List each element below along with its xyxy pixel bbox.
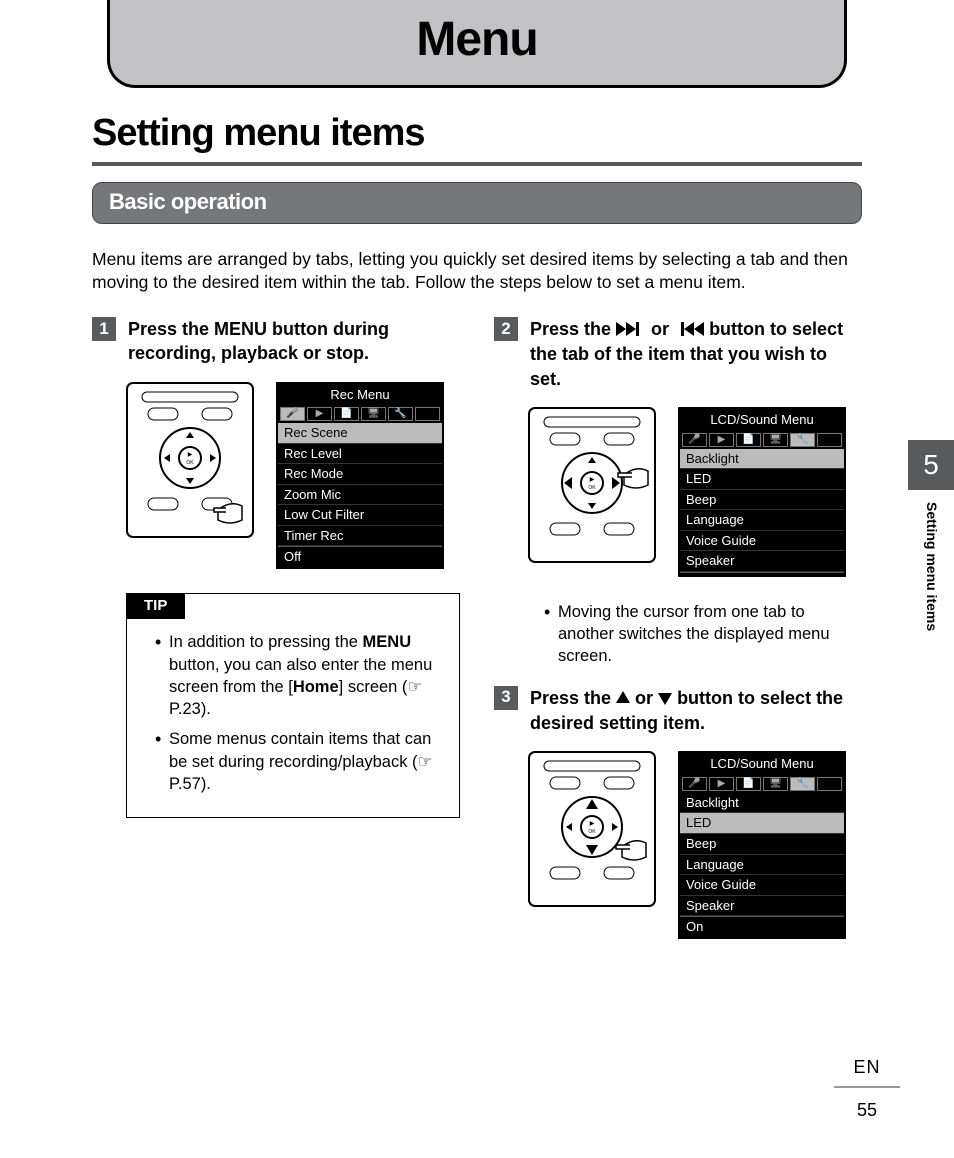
svg-text:OK: OK — [588, 829, 596, 835]
down-arrow-icon — [658, 687, 672, 711]
language-code: EN — [834, 1055, 900, 1079]
side-chapter-number: 5 — [908, 440, 954, 490]
chapter-tab: Menu — [107, 0, 847, 88]
side-chapter-label: Setting menu items — [908, 490, 941, 631]
step-number: 3 — [494, 686, 518, 710]
reference-icon: ☞ — [407, 677, 422, 696]
svg-text:OK: OK — [186, 460, 194, 466]
left-column: 1 Press the MENU button during recording… — [92, 317, 460, 963]
step-number: 1 — [92, 317, 116, 341]
step-text: Press the or button to select the tab of… — [530, 317, 862, 391]
footer-rule — [834, 1086, 900, 1088]
step-2: 2 Press the or button to select the tab … — [494, 317, 862, 391]
step-3-pre: Press the — [530, 688, 616, 708]
device-diagram-tabs: ▶ OK — [528, 407, 656, 563]
tip-item-2: Some menus contain items that can be set… — [155, 728, 441, 795]
lcd-rec-menu: Rec Menu🎤▶📄🖥🔧Rec SceneRec LevelRec ModeZ… — [276, 382, 444, 569]
page-content: Setting menu items Basic operation Menu … — [0, 108, 954, 963]
step-3: 3 Press the or button to select the desi… — [494, 686, 862, 736]
device-svg: ▶ OK — [528, 407, 656, 563]
step-2-note: Moving the cursor from one tab to anothe… — [534, 601, 862, 668]
lcd-sound-menu-2: LCD/Sound Menu🎤▶📄🖥🔧BacklightLEDBeepLangu… — [678, 751, 846, 938]
side-tab: 5 Setting menu items — [908, 440, 954, 631]
device-svg: ▶ OK — [528, 751, 656, 907]
reference-icon: ☞ — [418, 752, 433, 771]
intro-paragraph: Menu items are arranged by tabs, letting… — [92, 248, 862, 295]
title-rule — [92, 162, 862, 166]
step-number: 2 — [494, 317, 518, 341]
svg-text:▶: ▶ — [188, 452, 193, 458]
step-3-illustration: ▶ OK — [528, 751, 862, 938]
skip-backward-icon — [674, 318, 704, 342]
step-3-mid: or — [630, 688, 658, 708]
skip-forward-icon — [616, 318, 646, 342]
tip-item-1: In addition to pressing the MENU button,… — [155, 631, 441, 720]
lcd-sound-menu-1: LCD/Sound Menu🎤▶📄🖥🔧BacklightLEDBeepLangu… — [678, 407, 846, 577]
tip-body: In addition to pressing the MENU button,… — [127, 619, 459, 817]
menu-button-label: MENU — [214, 319, 267, 339]
step-1-illustration: ▶ OK — [126, 382, 460, 569]
step-1-pre: Press the — [128, 319, 214, 339]
step-text: Press the or button to select the desire… — [530, 686, 862, 736]
step-2-mid: or — [646, 319, 674, 339]
svg-text:▶: ▶ — [590, 821, 595, 827]
device-diagram-updown: ▶ OK — [528, 751, 656, 907]
svg-text:OK: OK — [588, 485, 596, 491]
page-footer: EN 55 — [834, 1055, 900, 1122]
device-svg: ▶ OK — [126, 382, 254, 538]
step-2-illustration: ▶ OK — [528, 407, 862, 577]
note-item: Moving the cursor from one tab to anothe… — [544, 601, 862, 668]
svg-text:▶: ▶ — [590, 477, 595, 483]
two-column-layout: 1 Press the MENU button during recording… — [92, 317, 862, 963]
step-2-pre: Press the — [530, 319, 616, 339]
up-arrow-icon — [616, 687, 630, 711]
page-number: 55 — [857, 1100, 877, 1120]
section-subhead: Basic operation — [92, 182, 862, 224]
page-title: Setting menu items — [92, 108, 862, 159]
device-diagram-menu: ▶ OK — [126, 382, 254, 538]
right-column: 2 Press the or button to select the tab … — [494, 317, 862, 963]
step-text: Press the MENU button during recording, … — [128, 317, 460, 366]
chapter-title: Menu — [110, 8, 844, 73]
step-1: 1 Press the MENU button during recording… — [92, 317, 460, 366]
tip-label: TIP — [126, 593, 185, 619]
tip-box: TIP In addition to pressing the MENU but… — [126, 593, 460, 818]
